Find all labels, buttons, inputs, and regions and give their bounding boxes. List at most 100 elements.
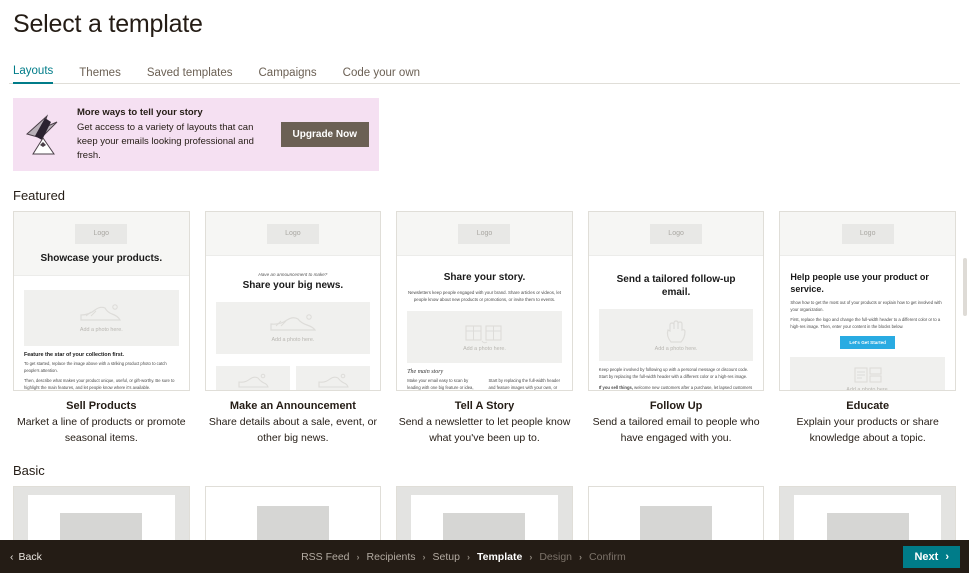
chevron-right-icon: › [579, 551, 583, 562]
preview-body: Help people use your product or service.… [780, 256, 955, 391]
template-preview-make-an-announcement[interactable]: Logo Have an announcement to make? Share… [204, 211, 382, 392]
preview-cta-button[interactable]: Let's Get Started [840, 335, 895, 349]
template-card-title: Make an Announcement [229, 400, 356, 413]
preview-columns: Make your email easy to scan by leading … [407, 377, 562, 390]
preview-header: Logo [397, 212, 572, 257]
logo-placeholder: Logo [650, 224, 703, 245]
preview-section-title: Feature the star of your collection firs… [24, 351, 125, 358]
preview-paragraph-2: If you sell things, welcome new customer… [598, 384, 753, 390]
promo-title: More ways to tell your story [77, 107, 203, 118]
wireframe-inner [411, 494, 558, 540]
template-card-description: Market a line of products or promote sea… [16, 416, 186, 444]
template-card-description: Share details about a sale, event, or ot… [208, 416, 377, 444]
next-label: Next [914, 550, 939, 563]
preview-photo-row: Add a photo here. Add a photo here. [215, 360, 371, 391]
wireframe-image-block [826, 512, 909, 540]
preview-heading: Share your big news. [242, 280, 344, 292]
template-card-make-an-announcement[interactable]: Logo Have an announcement to make? Share… [204, 211, 382, 445]
next-button[interactable]: Next › [903, 545, 960, 568]
preview-heading: Showcase your products. [40, 253, 163, 265]
preview-header: Logo [588, 212, 764, 257]
tab-saved-templates[interactable]: Saved templates [147, 67, 233, 84]
step-design[interactable]: Design [539, 551, 572, 563]
preview-body: Have an announcement to make? Share your… [206, 256, 381, 391]
template-preview-educate[interactable]: Logo Help people use your product or ser… [779, 211, 956, 392]
bottom-navigation-bar: ‹ Back RSS Feed › Recipients › Setup › T… [0, 540, 969, 573]
photo-caption: Add a photo here. [654, 346, 698, 353]
photo-placeholder: Add a photo here. [407, 310, 562, 363]
promo-body: Get access to a variety of layouts that … [77, 122, 254, 161]
preview-paragraph-1: To get started, replace the image above … [24, 360, 167, 373]
tab-themes[interactable]: Themes [79, 67, 121, 84]
basic-template-2[interactable] [204, 485, 382, 540]
template-preview-follow-up[interactable]: Logo Send a tailored follow-up email. Ad… [587, 211, 765, 392]
chevron-right-icon: › [945, 550, 949, 563]
basic-template-5[interactable] [779, 485, 956, 540]
tab-code-your-own[interactable]: Code your own [343, 67, 420, 84]
preview-paragraph-1: Keep people involved by following up wit… [598, 367, 749, 380]
wireframe-image-block [443, 512, 526, 540]
template-card-description: Send a newsletter to let people know wha… [398, 416, 571, 444]
upgrade-now-button[interactable]: Upgrade Now [280, 122, 369, 148]
chevron-right-icon: › [467, 551, 470, 562]
preview-paragraph-1: Show how to get the most out of your pro… [790, 299, 942, 312]
template-card-educate[interactable]: Logo Help people use your product or ser… [779, 211, 956, 445]
template-card-tell-a-story[interactable]: Logo Share your story. Newsletters keep … [396, 211, 573, 445]
preview-header: Logo Showcase your products. [14, 212, 189, 276]
template-card-sell-products[interactable]: Logo Showcase your products. Add a photo… [13, 211, 190, 445]
preview-paragraph-2: Then, describe what makes your product u… [24, 378, 175, 391]
step-template[interactable]: Template [477, 551, 522, 563]
wireframe-inner [794, 494, 941, 540]
back-label: Back [18, 550, 42, 563]
chevron-right-icon: › [529, 551, 533, 562]
wireframe-inner [28, 494, 175, 540]
basic-template-grid [9, 485, 960, 540]
template-card-follow-up[interactable]: Logo Send a tailored follow-up email. Ad… [587, 211, 765, 445]
photo-placeholder: Add a photo here. [24, 289, 179, 346]
preview-kicker: Have an announcement to make? [258, 272, 328, 278]
photo-placeholder: Add a photo here. [215, 365, 290, 391]
vertical-scrollbar[interactable] [963, 258, 967, 316]
page-title: Select a template [13, 10, 203, 38]
template-card-title: Follow Up [649, 400, 703, 413]
waving-hand-icon [666, 320, 686, 343]
basic-template-1[interactable] [13, 485, 190, 540]
preview-column-1: Make your email easy to scan by leading … [407, 377, 474, 390]
logo-placeholder: Logo [266, 224, 319, 245]
wireframe-image-block [256, 505, 329, 540]
back-button[interactable]: ‹ Back [0, 551, 42, 563]
basic-template-4[interactable] [587, 485, 765, 540]
chevron-left-icon: ‹ [10, 550, 14, 563]
tab-campaigns[interactable]: Campaigns [259, 67, 317, 84]
chevron-right-icon: › [422, 551, 426, 562]
preview-body: Send a tailored follow-up email. Add a p… [589, 256, 764, 390]
promo-text: More ways to tell your story Get access … [77, 107, 273, 162]
preview-subtext: Newsletters keep people engaged with you… [407, 289, 561, 302]
tab-layouts[interactable]: Layouts [13, 65, 54, 84]
section-title-basic: Basic [13, 462, 45, 478]
basic-template-3[interactable] [396, 485, 573, 540]
promo-illustration-icon [21, 112, 69, 158]
template-card-title: Sell Products [66, 400, 137, 413]
step-rss-feed[interactable]: RSS Feed [301, 551, 349, 563]
preview-heading: Help people use your product or service. [790, 272, 929, 294]
preview-header: Logo [205, 212, 381, 257]
wireframe-top [589, 487, 764, 540]
logo-placeholder: Logo [75, 224, 128, 245]
photo-caption: Add a photo here. [846, 386, 890, 392]
photo-placeholder: Add a photo here. [215, 301, 371, 354]
template-chooser-scroll-area[interactable]: Select a template Layouts Themes Saved t… [0, 0, 969, 540]
preview-body: Share your story. Newsletters keep peopl… [397, 256, 572, 390]
preview-heading: Share your story. [443, 272, 526, 284]
featured-template-grid: Logo Showcase your products. Add a photo… [9, 211, 960, 445]
step-setup[interactable]: Setup [433, 551, 460, 563]
template-preview-sell-products[interactable]: Logo Showcase your products. Add a photo… [13, 211, 190, 392]
preview-heading: Send a tailored follow-up email. [616, 274, 736, 298]
template-preview-tell-a-story[interactable]: Logo Share your story. Newsletters keep … [396, 211, 573, 392]
shoe-icon [80, 304, 122, 321]
preview-paragraph-2: First, replace the logo and change the f… [790, 317, 941, 330]
photo-caption: Add a photo here. [79, 326, 123, 333]
tab-bar: Layouts Themes Saved templates Campaigns… [9, 61, 960, 84]
step-recipients[interactable]: Recipients [367, 551, 416, 563]
step-confirm[interactable]: Confirm [589, 551, 626, 563]
